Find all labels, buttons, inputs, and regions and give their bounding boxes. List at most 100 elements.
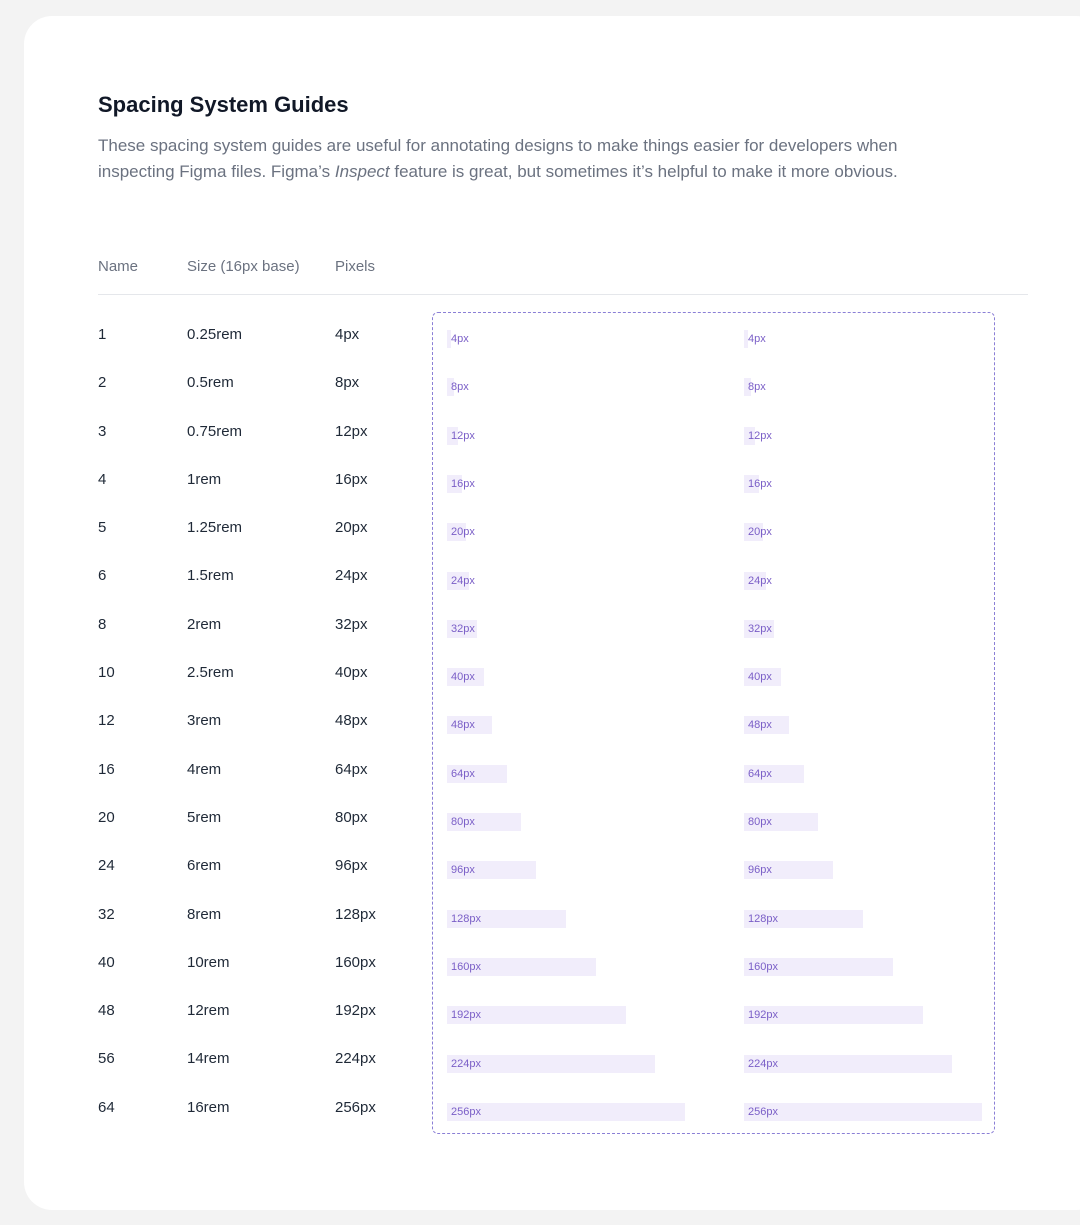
spacing-bar-right: 4px (744, 330, 766, 348)
row-size: 5rem (187, 808, 222, 826)
row-pixels: 12px (335, 422, 368, 440)
row-name: 24 (98, 857, 115, 875)
spacing-bar-left: 4px (447, 330, 469, 348)
card: Spacing System Guides These spacing syst… (24, 16, 1080, 1210)
spacing-bar-left: 64px (447, 764, 507, 783)
row-name: 3 (98, 422, 107, 440)
row-pixels: 128px (335, 905, 376, 923)
spacing-bar-left: 24px (447, 571, 475, 590)
row-name: 64 (98, 1098, 115, 1116)
spacing-bar-label: 48px (451, 719, 475, 732)
spacing-bar-label: 224px (748, 1057, 778, 1070)
spacing-bar-right: 80px (744, 813, 819, 831)
spacing-bar-label: 20px (451, 526, 475, 539)
spacing-bar-label: 192px (451, 1009, 481, 1022)
spacing-bar-right: 192px (744, 1006, 923, 1025)
row-pixels: 32px (335, 615, 368, 633)
column-header-pixels: Pixels (335, 258, 376, 275)
row-size: 10rem (187, 953, 230, 971)
spacing-bar-label: 24px (748, 574, 772, 587)
spacing-bar-right: 8px (744, 378, 766, 397)
spacing-bar-left: 20px (447, 523, 475, 542)
spacing-bar-label: 40px (451, 671, 475, 684)
spacing-bar-label: 4px (748, 333, 766, 345)
spacing-bar-right: 128px (744, 909, 864, 928)
spacing-bar-left: 8px (447, 378, 469, 397)
row-pixels: 96px (335, 857, 368, 875)
row-name: 48 (98, 1002, 115, 1020)
spacing-bar-label: 4px (451, 333, 469, 345)
spacing-bar-label: 32px (748, 622, 772, 635)
row-size: 4rem (187, 760, 222, 778)
spacing-bar-label: 192px (748, 1009, 778, 1022)
row-size: 12rem (187, 1002, 230, 1020)
spacing-bar-label: 224px (451, 1057, 481, 1070)
row-name: 16 (98, 760, 115, 778)
spacing-bar-label: 40px (748, 671, 772, 684)
row-size: 1rem (187, 470, 222, 488)
spacing-bar-label: 160px (748, 960, 778, 973)
row-name: 1 (98, 326, 107, 343)
spacing-bar-left: 96px (447, 861, 537, 880)
row-name: 20 (98, 808, 115, 826)
row-name: 10 (98, 664, 115, 682)
spacing-bar-right: 40px (744, 668, 782, 687)
spacing-bar-right: 48px (744, 716, 789, 735)
row-name: 2 (98, 374, 107, 392)
spacing-bar-left: 32px (447, 619, 477, 638)
spacing-bar-left: 80px (447, 813, 522, 831)
spacing-bar-left: 256px (447, 1102, 686, 1121)
row-size: 16rem (187, 1098, 230, 1116)
spacing-bar-right: 16px (744, 474, 772, 493)
row-pixels: 8px (335, 374, 360, 392)
row-pixels: 48px (335, 712, 368, 730)
row-name: 5 (98, 519, 107, 537)
row-pixels: 16px (335, 470, 368, 488)
row-size: 6rem (187, 857, 222, 875)
row-name: 8 (98, 615, 107, 633)
spacing-bar-label: 32px (451, 622, 475, 635)
row-size: 1.5rem (187, 567, 234, 585)
spacing-bar-label: 48px (748, 719, 772, 732)
spacing-bar-label: 8px (451, 381, 469, 394)
spacing-bar-label: 256px (748, 1105, 778, 1118)
row-name: 32 (98, 905, 115, 923)
description-text-2: feature is great, but sometimes it’s hel… (389, 162, 898, 181)
spacing-bar-left: 16px (447, 474, 475, 493)
spacing-bar-label: 128px (748, 912, 778, 925)
spacing-guide-box: 4px 4px 8px 8px 12px 12px 16px 16px 20px 20px 24px… (432, 312, 995, 1134)
spacing-bar-left: 48px (447, 716, 492, 735)
row-size: 3rem (187, 712, 222, 730)
spacing-bar-label: 96px (451, 864, 475, 877)
spacing-bar-left: 40px (447, 668, 485, 687)
spacing-bar-label: 64px (451, 767, 475, 780)
row-pixels: 80px (335, 808, 368, 826)
row-pixels: 192px (335, 1002, 376, 1020)
row-size: 14rem (187, 1050, 230, 1068)
table-header: Name Size (16px base) Pixels (98, 258, 1028, 278)
spacing-bar-label: 80px (748, 816, 772, 828)
spacing-bar-label: 96px (748, 864, 772, 877)
spacing-bar-label: 12px (748, 429, 772, 442)
spacing-bar-left: 160px (447, 957, 596, 976)
page-title: Spacing System Guides (98, 92, 349, 117)
spacing-bar-label: 12px (451, 429, 475, 442)
spacing-bar-right: 32px (744, 619, 774, 638)
row-size: 0.25rem (187, 326, 243, 343)
row-size: 0.75rem (187, 422, 243, 440)
spacing-bar-label: 80px (451, 816, 475, 828)
row-pixels: 4px (335, 326, 360, 343)
spacing-bar-label: 256px (451, 1105, 481, 1118)
spacing-bar-label: 20px (748, 526, 772, 539)
column-header-name: Name (98, 258, 139, 275)
spacing-bar-left: 192px (447, 1006, 626, 1025)
row-name: 40 (98, 953, 115, 971)
spacing-bar-right: 20px (744, 523, 772, 542)
spacing-bar-left: 12px (447, 426, 475, 445)
spacing-bar-label: 8px (748, 381, 766, 394)
spacing-bar-label: 160px (451, 960, 481, 973)
spacing-bar-label: 128px (451, 912, 481, 925)
spacing-bar-label: 16px (451, 477, 475, 490)
row-name: 12 (98, 712, 115, 730)
spacing-bar-right: 256px (744, 1102, 983, 1121)
